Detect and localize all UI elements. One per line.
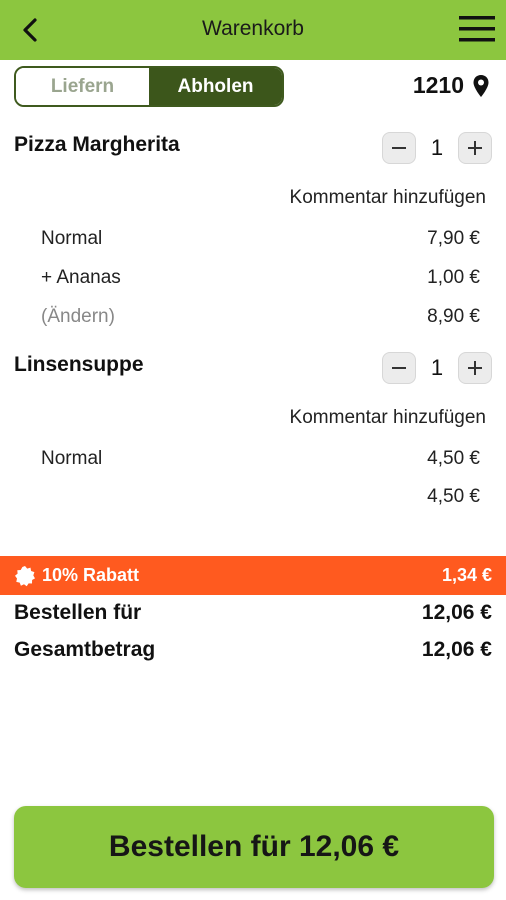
minus-icon <box>392 367 406 369</box>
cart-item-name: Pizza Margherita <box>14 133 180 156</box>
order-for-value: 12,06 € <box>421 601 492 624</box>
deliver-option[interactable]: Liefern <box>16 68 149 105</box>
item-subtotal: 4,50 € <box>427 486 480 507</box>
price-line: Normal 4,50 € <box>41 448 480 470</box>
quantity-stepper: 1 <box>382 352 492 384</box>
location-pin-icon <box>473 74 489 97</box>
plus-icon <box>468 361 482 375</box>
price-line-value: 4,50 € <box>427 448 480 469</box>
plus-icon <box>468 141 482 155</box>
add-comment-link[interactable]: Kommentar hinzufügen <box>290 187 486 209</box>
cart-item-name: Linsensuppe <box>14 353 144 376</box>
price-line-label: Normal <box>41 228 103 249</box>
price-line: (Ändern) 8,90 € <box>41 306 480 328</box>
price-line-label: Normal <box>41 448 103 469</box>
price-line: Normal 7,90 € <box>41 228 480 250</box>
price-line-value: 7,90 € <box>427 228 480 249</box>
discount-label: 10% Rabatt <box>42 565 140 585</box>
quantity-stepper: 1 <box>382 132 492 164</box>
total-label: Gesamtbetrag <box>14 638 156 661</box>
location-selector[interactable]: 1210 <box>413 72 490 99</box>
price-line: 4,50 € <box>41 486 480 508</box>
pickup-option[interactable]: Abholen <box>149 68 282 105</box>
decrease-button[interactable] <box>382 352 416 384</box>
increase-button[interactable] <box>458 132 492 164</box>
place-order-button[interactable]: Bestellen für 12,06 € <box>14 806 494 888</box>
page-title: Warenkorb <box>202 17 304 40</box>
discount-badge-icon <box>15 565 35 586</box>
discount-banner: 10% Rabatt 1,34 € <box>0 556 506 595</box>
decrease-button[interactable] <box>382 132 416 164</box>
price-line-label: + Ananas <box>41 267 121 288</box>
add-comment-link[interactable]: Kommentar hinzufügen <box>290 407 486 429</box>
quantity-value: 1 <box>430 135 444 160</box>
discount-amount: 1,34 € <box>441 565 492 585</box>
order-for-row: Bestellen für 12,06 € <box>14 601 492 625</box>
top-app-bar: Warenkorb <box>0 0 506 60</box>
increase-button[interactable] <box>458 352 492 384</box>
total-value: 12,06 € <box>421 638 492 661</box>
change-options-link[interactable]: (Ändern) <box>41 306 115 328</box>
total-row: Gesamtbetrag 12,06 € <box>14 638 492 662</box>
hamburger-menu-icon[interactable] <box>458 14 496 44</box>
postal-code: 1210 <box>412 72 464 98</box>
order-for-label: Bestellen für <box>14 601 142 624</box>
price-line: + Ananas 1,00 € <box>41 267 480 289</box>
price-line-value: 1,00 € <box>427 267 480 288</box>
quantity-value: 1 <box>430 355 444 380</box>
item-subtotal: 8,90 € <box>427 306 480 327</box>
minus-icon <box>392 147 406 149</box>
delivery-mode-toggle: Liefern Abholen <box>14 66 284 107</box>
